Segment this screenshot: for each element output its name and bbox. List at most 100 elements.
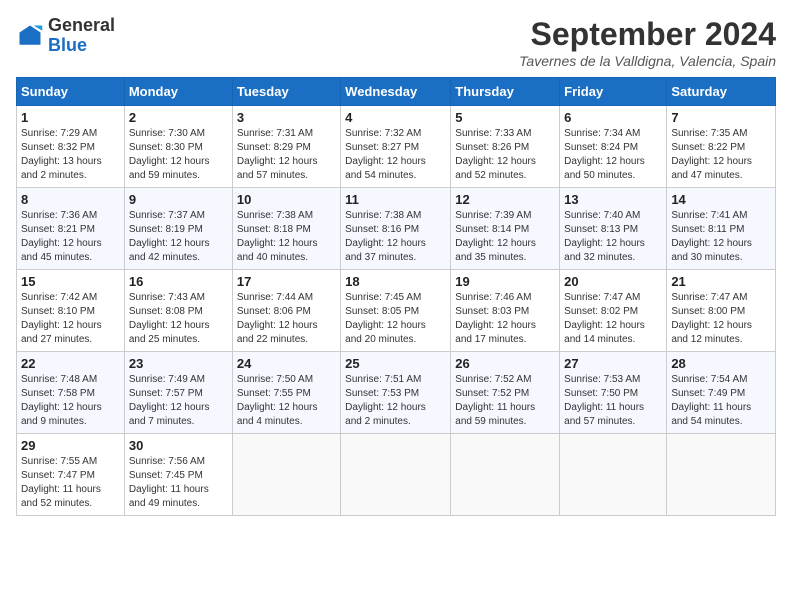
calendar-cell: 4 Sunrise: 7:32 AM Sunset: 8:27 PM Daylig… [341,106,451,188]
day-number: 30 [129,438,228,453]
calendar-cell: 25 Sunrise: 7:51 AM Sunset: 7:53 PM Dayli… [341,352,451,434]
calendar-day-header: Monday [124,78,232,106]
logo-text: General Blue [48,16,115,56]
day-info: Sunrise: 7:53 AM Sunset: 7:50 PM Dayligh… [564,373,662,429]
day-number: 5 [455,110,555,125]
calendar-cell: 9 Sunrise: 7:37 AM Sunset: 8:19 PM Daylig… [124,188,232,270]
day-info: Sunrise: 7:46 AM Sunset: 8:03 PM Dayligh… [455,291,555,347]
day-number: 13 [564,192,662,207]
day-info: Sunrise: 7:32 AM Sunset: 8:27 PM Dayligh… [345,127,446,183]
day-info: Sunrise: 7:45 AM Sunset: 8:05 PM Dayligh… [345,291,446,347]
day-number: 26 [455,356,555,371]
calendar-cell [667,434,776,516]
day-number: 15 [21,274,120,289]
calendar-cell [451,434,560,516]
calendar-cell: 16 Sunrise: 7:43 AM Sunset: 8:08 PM Dayli… [124,270,232,352]
calendar-cell: 5 Sunrise: 7:33 AM Sunset: 8:26 PM Daylig… [451,106,560,188]
calendar-cell: 12 Sunrise: 7:39 AM Sunset: 8:14 PM Dayli… [451,188,560,270]
day-number: 14 [671,192,771,207]
calendar-cell: 10 Sunrise: 7:38 AM Sunset: 8:18 PM Dayli… [232,188,340,270]
day-info: Sunrise: 7:56 AM Sunset: 7:45 PM Dayligh… [129,455,228,511]
day-number: 23 [129,356,228,371]
day-info: Sunrise: 7:50 AM Sunset: 7:55 PM Dayligh… [237,373,336,429]
day-number: 17 [237,274,336,289]
day-number: 28 [671,356,771,371]
calendar-cell: 3 Sunrise: 7:31 AM Sunset: 8:29 PM Daylig… [232,106,340,188]
day-number: 6 [564,110,662,125]
calendar-cell: 18 Sunrise: 7:45 AM Sunset: 8:05 PM Dayli… [341,270,451,352]
day-info: Sunrise: 7:39 AM Sunset: 8:14 PM Dayligh… [455,209,555,265]
day-info: Sunrise: 7:35 AM Sunset: 8:22 PM Dayligh… [671,127,771,183]
calendar-day-header: Tuesday [232,78,340,106]
day-number: 4 [345,110,446,125]
calendar-cell: 15 Sunrise: 7:42 AM Sunset: 8:10 PM Dayli… [17,270,125,352]
day-info: Sunrise: 7:37 AM Sunset: 8:19 PM Dayligh… [129,209,228,265]
day-number: 27 [564,356,662,371]
day-number: 8 [21,192,120,207]
calendar-day-header: Wednesday [341,78,451,106]
day-info: Sunrise: 7:47 AM Sunset: 8:02 PM Dayligh… [564,291,662,347]
calendar-cell: 17 Sunrise: 7:44 AM Sunset: 8:06 PM Dayli… [232,270,340,352]
day-number: 16 [129,274,228,289]
day-info: Sunrise: 7:47 AM Sunset: 8:00 PM Dayligh… [671,291,771,347]
calendar-cell: 11 Sunrise: 7:38 AM Sunset: 8:16 PM Dayli… [341,188,451,270]
day-number: 10 [237,192,336,207]
day-number: 19 [455,274,555,289]
calendar-cell [232,434,340,516]
logo-icon [16,22,44,50]
day-number: 25 [345,356,446,371]
day-number: 1 [21,110,120,125]
calendar-cell: 14 Sunrise: 7:41 AM Sunset: 8:11 PM Dayli… [667,188,776,270]
day-info: Sunrise: 7:52 AM Sunset: 7:52 PM Dayligh… [455,373,555,429]
day-number: 7 [671,110,771,125]
calendar-cell: 28 Sunrise: 7:54 AM Sunset: 7:49 PM Dayli… [667,352,776,434]
calendar-cell: 23 Sunrise: 7:49 AM Sunset: 7:57 PM Dayli… [124,352,232,434]
day-info: Sunrise: 7:41 AM Sunset: 8:11 PM Dayligh… [671,209,771,265]
calendar-cell: 27 Sunrise: 7:53 AM Sunset: 7:50 PM Dayli… [560,352,667,434]
calendar-cell: 30 Sunrise: 7:56 AM Sunset: 7:45 PM Dayli… [124,434,232,516]
calendar-cell: 6 Sunrise: 7:34 AM Sunset: 8:24 PM Daylig… [560,106,667,188]
day-info: Sunrise: 7:33 AM Sunset: 8:26 PM Dayligh… [455,127,555,183]
day-number: 18 [345,274,446,289]
day-number: 11 [345,192,446,207]
calendar-cell [560,434,667,516]
day-number: 29 [21,438,120,453]
calendar-cell: 29Sunrise: 7:55 AM Sunset: 7:47 PM Dayli… [17,434,125,516]
day-info: Sunrise: 7:34 AM Sunset: 8:24 PM Dayligh… [564,127,662,183]
day-number: 3 [237,110,336,125]
day-info: Sunrise: 7:49 AM Sunset: 7:57 PM Dayligh… [129,373,228,429]
calendar-day-header: Friday [560,78,667,106]
day-info: Sunrise: 7:54 AM Sunset: 7:49 PM Dayligh… [671,373,771,429]
day-info: Sunrise: 7:42 AM Sunset: 8:10 PM Dayligh… [21,291,120,347]
calendar-cell: 7 Sunrise: 7:35 AM Sunset: 8:22 PM Daylig… [667,106,776,188]
day-info: Sunrise: 7:38 AM Sunset: 8:16 PM Dayligh… [345,209,446,265]
day-info: Sunrise: 7:36 AM Sunset: 8:21 PM Dayligh… [21,209,120,265]
day-info: Sunrise: 7:51 AM Sunset: 7:53 PM Dayligh… [345,373,446,429]
day-info: Sunrise: 7:44 AM Sunset: 8:06 PM Dayligh… [237,291,336,347]
day-number: 22 [21,356,120,371]
day-info: Sunrise: 7:40 AM Sunset: 8:13 PM Dayligh… [564,209,662,265]
location-title: Tavernes de la Valldigna, Valencia, Spai… [519,53,776,69]
calendar-cell: 8 Sunrise: 7:36 AM Sunset: 8:21 PM Daylig… [17,188,125,270]
page-header: General Blue September 2024 Tavernes de … [16,16,776,69]
calendar-cell: 1 Sunrise: 7:29 AM Sunset: 8:32 PM Daylig… [17,106,125,188]
day-info: Sunrise: 7:31 AM Sunset: 8:29 PM Dayligh… [237,127,336,183]
calendar-table: SundayMondayTuesdayWednesdayThursdayFrid… [16,77,776,516]
month-title: September 2024 [519,16,776,53]
day-info: Sunrise: 7:48 AM Sunset: 7:58 PM Dayligh… [21,373,120,429]
day-number: 20 [564,274,662,289]
day-number: 9 [129,192,228,207]
day-number: 12 [455,192,555,207]
calendar-cell [341,434,451,516]
day-number: 24 [237,356,336,371]
calendar-day-header: Sunday [17,78,125,106]
logo: General Blue [16,16,115,56]
calendar-cell: 26 Sunrise: 7:52 AM Sunset: 7:52 PM Dayli… [451,352,560,434]
day-info: Sunrise: 7:30 AM Sunset: 8:30 PM Dayligh… [129,127,228,183]
day-number: 21 [671,274,771,289]
day-info: Sunrise: 7:38 AM Sunset: 8:18 PM Dayligh… [237,209,336,265]
calendar-day-header: Thursday [451,78,560,106]
day-number: 2 [129,110,228,125]
day-info: Sunrise: 7:43 AM Sunset: 8:08 PM Dayligh… [129,291,228,347]
day-info: Sunrise: 7:29 AM Sunset: 8:32 PM Dayligh… [21,127,120,183]
